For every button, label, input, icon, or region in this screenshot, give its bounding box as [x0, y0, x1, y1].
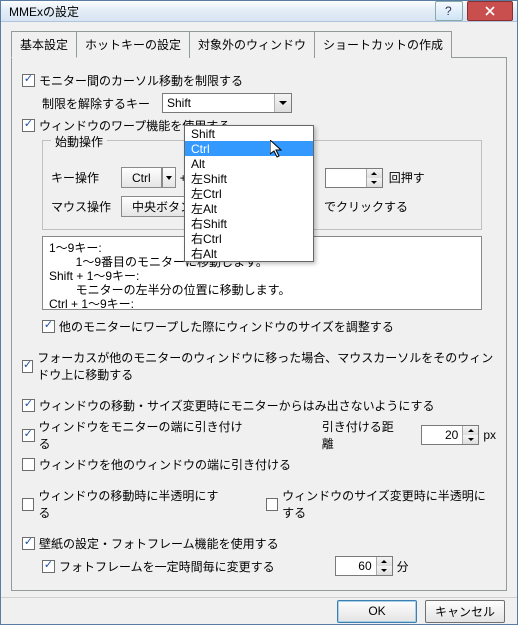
release-key-label: 制限を解除するキー	[42, 95, 162, 112]
dialog-footer: OK キャンセル	[1, 597, 517, 624]
dropdown-option[interactable]: Alt	[185, 156, 313, 171]
checkbox-icon	[266, 498, 278, 511]
tabpage-basic: モニター間のカーソル移動を制限する 制限を解除するキー Shift ウィンドウの…	[11, 58, 507, 591]
chk-photoframe[interactable]: フォトフレームを一定時間毎に変更する	[42, 558, 275, 575]
spin-down-icon[interactable]	[366, 178, 382, 187]
checkbox-icon	[22, 537, 35, 550]
checkbox-icon	[22, 458, 35, 471]
spin-down-icon[interactable]	[462, 435, 478, 444]
chk-snap-monitor[interactable]: ウィンドウをモニターの端に引き付ける	[22, 418, 245, 452]
help-button[interactable]: ?	[435, 1, 463, 21]
group-legend: 始動操作	[51, 133, 107, 150]
spin-up-icon[interactable]	[376, 557, 392, 566]
dropdown-option[interactable]: 右Alt	[185, 246, 313, 261]
photoframe-interval-spin[interactable]	[335, 556, 393, 576]
checkbox-icon	[22, 399, 35, 412]
chevron-down-icon[interactable]	[274, 94, 291, 112]
ok-button[interactable]: OK	[337, 600, 417, 623]
dropdown-option[interactable]: 左Shift	[185, 171, 313, 186]
titlebar[interactable]: MMExの設定 ?	[1, 1, 517, 22]
cancel-button[interactable]: キャンセル	[425, 600, 505, 623]
checkbox-icon	[42, 320, 55, 333]
chevron-down-icon[interactable]	[162, 167, 176, 188]
chk-snap-window[interactable]: ウィンドウを他のウィンドウの端に引き付ける	[22, 456, 291, 473]
chk-wallpaper[interactable]: 壁紙の設定・フォトフレーム機能を使用する	[22, 535, 279, 552]
spin-up-icon[interactable]	[366, 169, 382, 178]
content-area: 基本設定 ホットキーの設定 対象外のウィンドウ ショートカットの作成 モニター間…	[1, 22, 517, 597]
spin-up-icon[interactable]	[462, 426, 478, 435]
key-count-spin[interactable]	[325, 168, 383, 188]
tab-exclude[interactable]: 対象外のウィンドウ	[189, 31, 315, 58]
key-op-label: キー操作	[51, 169, 121, 186]
chk-trans-size[interactable]: ウィンドウのサイズ変更時に半透明にする	[266, 487, 496, 521]
snap-unit: px	[483, 428, 496, 442]
checkbox-icon	[42, 560, 55, 573]
interval-unit: 分	[397, 558, 409, 575]
checkbox-icon	[22, 498, 34, 511]
settings-window: MMExの設定 ? 基本設定 ホットキーの設定 対象外のウィンドウ ショートカッ…	[0, 0, 518, 625]
chk-no-protrude[interactable]: ウィンドウの移動・サイズ変更時にモニターからはみ出さないようにする	[22, 397, 435, 414]
chk-monitor-move[interactable]: モニター間のカーソル移動を制限する	[22, 72, 243, 89]
key-hint: 回押す	[389, 169, 425, 186]
chk-focus-move[interactable]: フォーカスが他のモニターのウィンドウに移った場合、マウスカーソルをそのウィンドウ…	[22, 349, 496, 383]
chk-trans-move[interactable]: ウィンドウの移動時に半透明にする	[22, 487, 219, 521]
tab-basic[interactable]: 基本設定	[11, 31, 77, 58]
window-title: MMExの設定	[9, 3, 435, 20]
snap-distance-spin[interactable]	[421, 425, 479, 445]
tab-strip: 基本設定 ホットキーの設定 対象外のウィンドウ ショートカットの作成	[11, 30, 507, 58]
dropdown-option[interactable]: 左Alt	[185, 201, 313, 216]
dropdown-option[interactable]: 右Shift	[185, 216, 313, 231]
release-key-dropdown[interactable]: Shift Ctrl Alt 左Shift 左Ctrl 左Alt 右Shift …	[184, 125, 314, 262]
dropdown-option[interactable]: Ctrl	[185, 141, 313, 156]
tab-shortcut[interactable]: ショートカットの作成	[314, 31, 452, 58]
snap-distance-label: 引き付ける距離	[322, 418, 402, 452]
dropdown-option[interactable]: Shift	[185, 126, 313, 141]
chk-resize-on-warp[interactable]: 他のモニターにワープした際にウィンドウのサイズを調整する	[42, 318, 394, 335]
tab-hotkey[interactable]: ホットキーの設定	[76, 31, 190, 58]
dropdown-option[interactable]: 右Ctrl	[185, 231, 313, 246]
mouse-hint: でクリックする	[324, 198, 408, 215]
checkbox-icon	[22, 74, 35, 87]
key1-combo[interactable]: Ctrl	[121, 167, 176, 188]
close-button[interactable]	[467, 1, 513, 21]
spin-down-icon[interactable]	[376, 566, 392, 575]
svg-text:?: ?	[445, 5, 452, 17]
checkbox-icon	[22, 119, 35, 132]
checkbox-icon	[22, 360, 33, 373]
release-key-value: Shift	[163, 96, 274, 110]
dropdown-option[interactable]: 左Ctrl	[185, 186, 313, 201]
mouse-op-label: マウス操作	[51, 198, 121, 215]
checkbox-icon	[22, 429, 35, 442]
release-key-combo[interactable]: Shift	[162, 93, 292, 113]
